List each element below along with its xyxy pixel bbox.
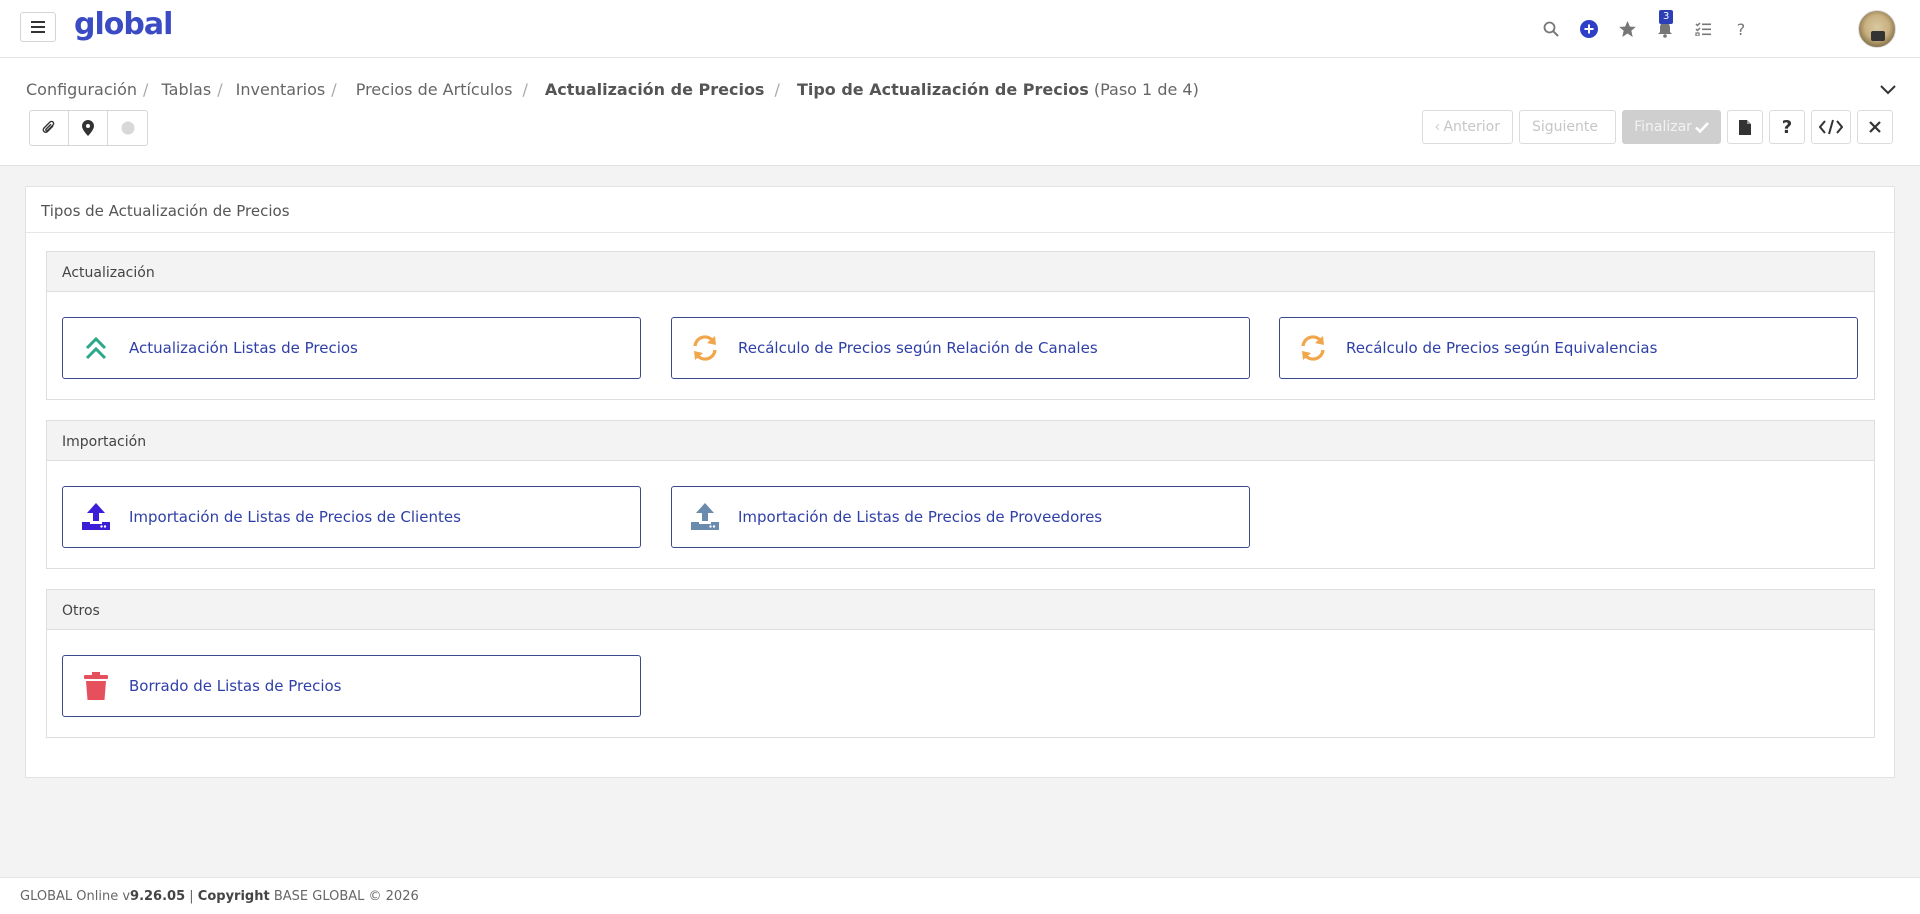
search-button[interactable] [1532,10,1570,48]
option-label: Recálculo de Precios según Relación de C… [738,339,1098,357]
add-button[interactable] [1570,10,1608,48]
circle-icon [121,121,134,135]
menu-button[interactable] [20,12,56,42]
trash-icon [84,672,108,700]
footer-copyright-text: BASE GLOBAL © 2026 [269,889,419,904]
favorites-button[interactable] [1608,10,1646,48]
tasks-button[interactable] [1684,10,1722,48]
option-recalc-equivalences[interactable]: Recálculo de Precios según Equivalencias [1279,317,1858,379]
breadcrumb: Configuración / Tablas / Inventarios / Prec… [26,80,1199,99]
code-button[interactable] [1811,110,1851,144]
notifications-badge: 3 [1659,10,1674,24]
help-icon: ? [1736,19,1746,39]
previous-label: Anterior [1443,119,1500,135]
option-delete-price-lists[interactable]: Borrado de Listas de Precios [62,655,641,717]
star-icon [1618,21,1636,37]
footer-separator: | [185,889,198,904]
option-recalc-channels[interactable]: Recálculo de Precios según Relación de C… [671,317,1250,379]
chevron-left-icon [1435,123,1440,131]
help-wizard-button[interactable]: ? [1769,110,1805,144]
breadcrumb-item[interactable]: Tablas [162,80,212,99]
document-icon [1739,119,1751,135]
finish-label: Finalizar [1634,119,1692,135]
app-logo[interactable]: global [74,7,173,42]
question-icon: ? [1781,116,1793,138]
upload-icon [691,503,719,530]
map-marker-icon [82,120,94,136]
section-importacion: Importación Importación de Listas de Pre… [46,420,1875,569]
option-update-price-lists[interactable]: Actualización Listas de Precios [62,317,641,379]
finish-button[interactable]: Finalizar [1622,110,1721,144]
breadcrumb-item[interactable]: Configuración [26,80,137,99]
chevron-down-icon [1880,85,1896,95]
option-import-client-prices[interactable]: Importación de Listas de Precios de Clie… [62,486,641,548]
card-title: Tipos de Actualización de Precios [26,187,1894,233]
footer-prefix: GLOBAL Online v [20,889,131,904]
code-icon [1819,119,1843,135]
wizard-actions: Anterior Siguiente Finalizar ? [1422,110,1893,146]
double-chevron-up-icon [85,336,107,360]
attach-button[interactable] [30,111,69,145]
section-otros: Otros Borrado de Listas de Precios [46,589,1875,738]
menu-icon [31,21,45,33]
option-label: Actualización Listas de Precios [129,339,358,357]
option-label: Importación de Listas de Precios de Clie… [129,508,461,526]
notifications-button[interactable]: 3 [1646,10,1684,48]
breadcrumb-item[interactable]: Inventarios [236,80,326,99]
top-bar: global 3 ? [0,0,1920,58]
attachment-toolbar [29,110,148,146]
user-avatar[interactable] [1858,10,1896,48]
breadcrumb-item[interactable]: Actualización de Precios [545,80,765,99]
previous-button[interactable]: Anterior [1422,110,1513,144]
search-icon [1543,21,1559,37]
option-label: Importación de Listas de Precios de Prov… [738,508,1103,526]
tasks-icon [1695,22,1711,36]
next-button[interactable]: Siguiente [1519,110,1616,144]
location-button[interactable] [69,111,108,145]
footer: GLOBAL Online v9.26.05 | Copyright BASE … [0,877,1920,914]
next-label: Siguiente [1532,119,1599,135]
sync-icon [1301,335,1325,361]
step-indicator: (Paso 1 de 4) [1093,80,1199,99]
upload-icon [82,503,110,530]
help-button[interactable]: ? [1722,10,1760,48]
close-button[interactable] [1857,110,1893,144]
section-title: Actualización [47,252,1874,292]
page-header: Configuración / Tablas / Inventarios / Prec… [0,58,1920,166]
sync-icon [693,335,717,361]
footer-version: 9.26.05 [130,889,186,904]
footer-copyright-label: Copyright [197,889,270,904]
close-icon [1869,121,1881,133]
paperclip-icon [42,120,55,133]
option-label: Borrado de Listas de Precios [129,677,342,695]
status-button[interactable] [108,111,147,145]
section-title: Importación [47,421,1874,461]
check-icon [1695,121,1709,133]
chevron-right-icon [1602,126,1603,128]
option-label: Recálculo de Precios según Equivalencias [1346,339,1658,357]
option-import-supplier-prices[interactable]: Importación de Listas de Precios de Prov… [671,486,1250,548]
page-title: Tipo de Actualización de Precios [796,80,1089,99]
collapse-header-button[interactable] [1880,82,1896,100]
section-title: Otros [47,590,1874,630]
breadcrumb-item[interactable]: Precios de Artículos [356,80,513,99]
add-icon [1580,20,1598,38]
document-button[interactable] [1727,110,1763,144]
price-update-types-card: Tipos de Actualización de Precios Actual… [25,186,1895,778]
section-actualizacion: Actualización Actualización Listas de Pr… [46,251,1875,400]
